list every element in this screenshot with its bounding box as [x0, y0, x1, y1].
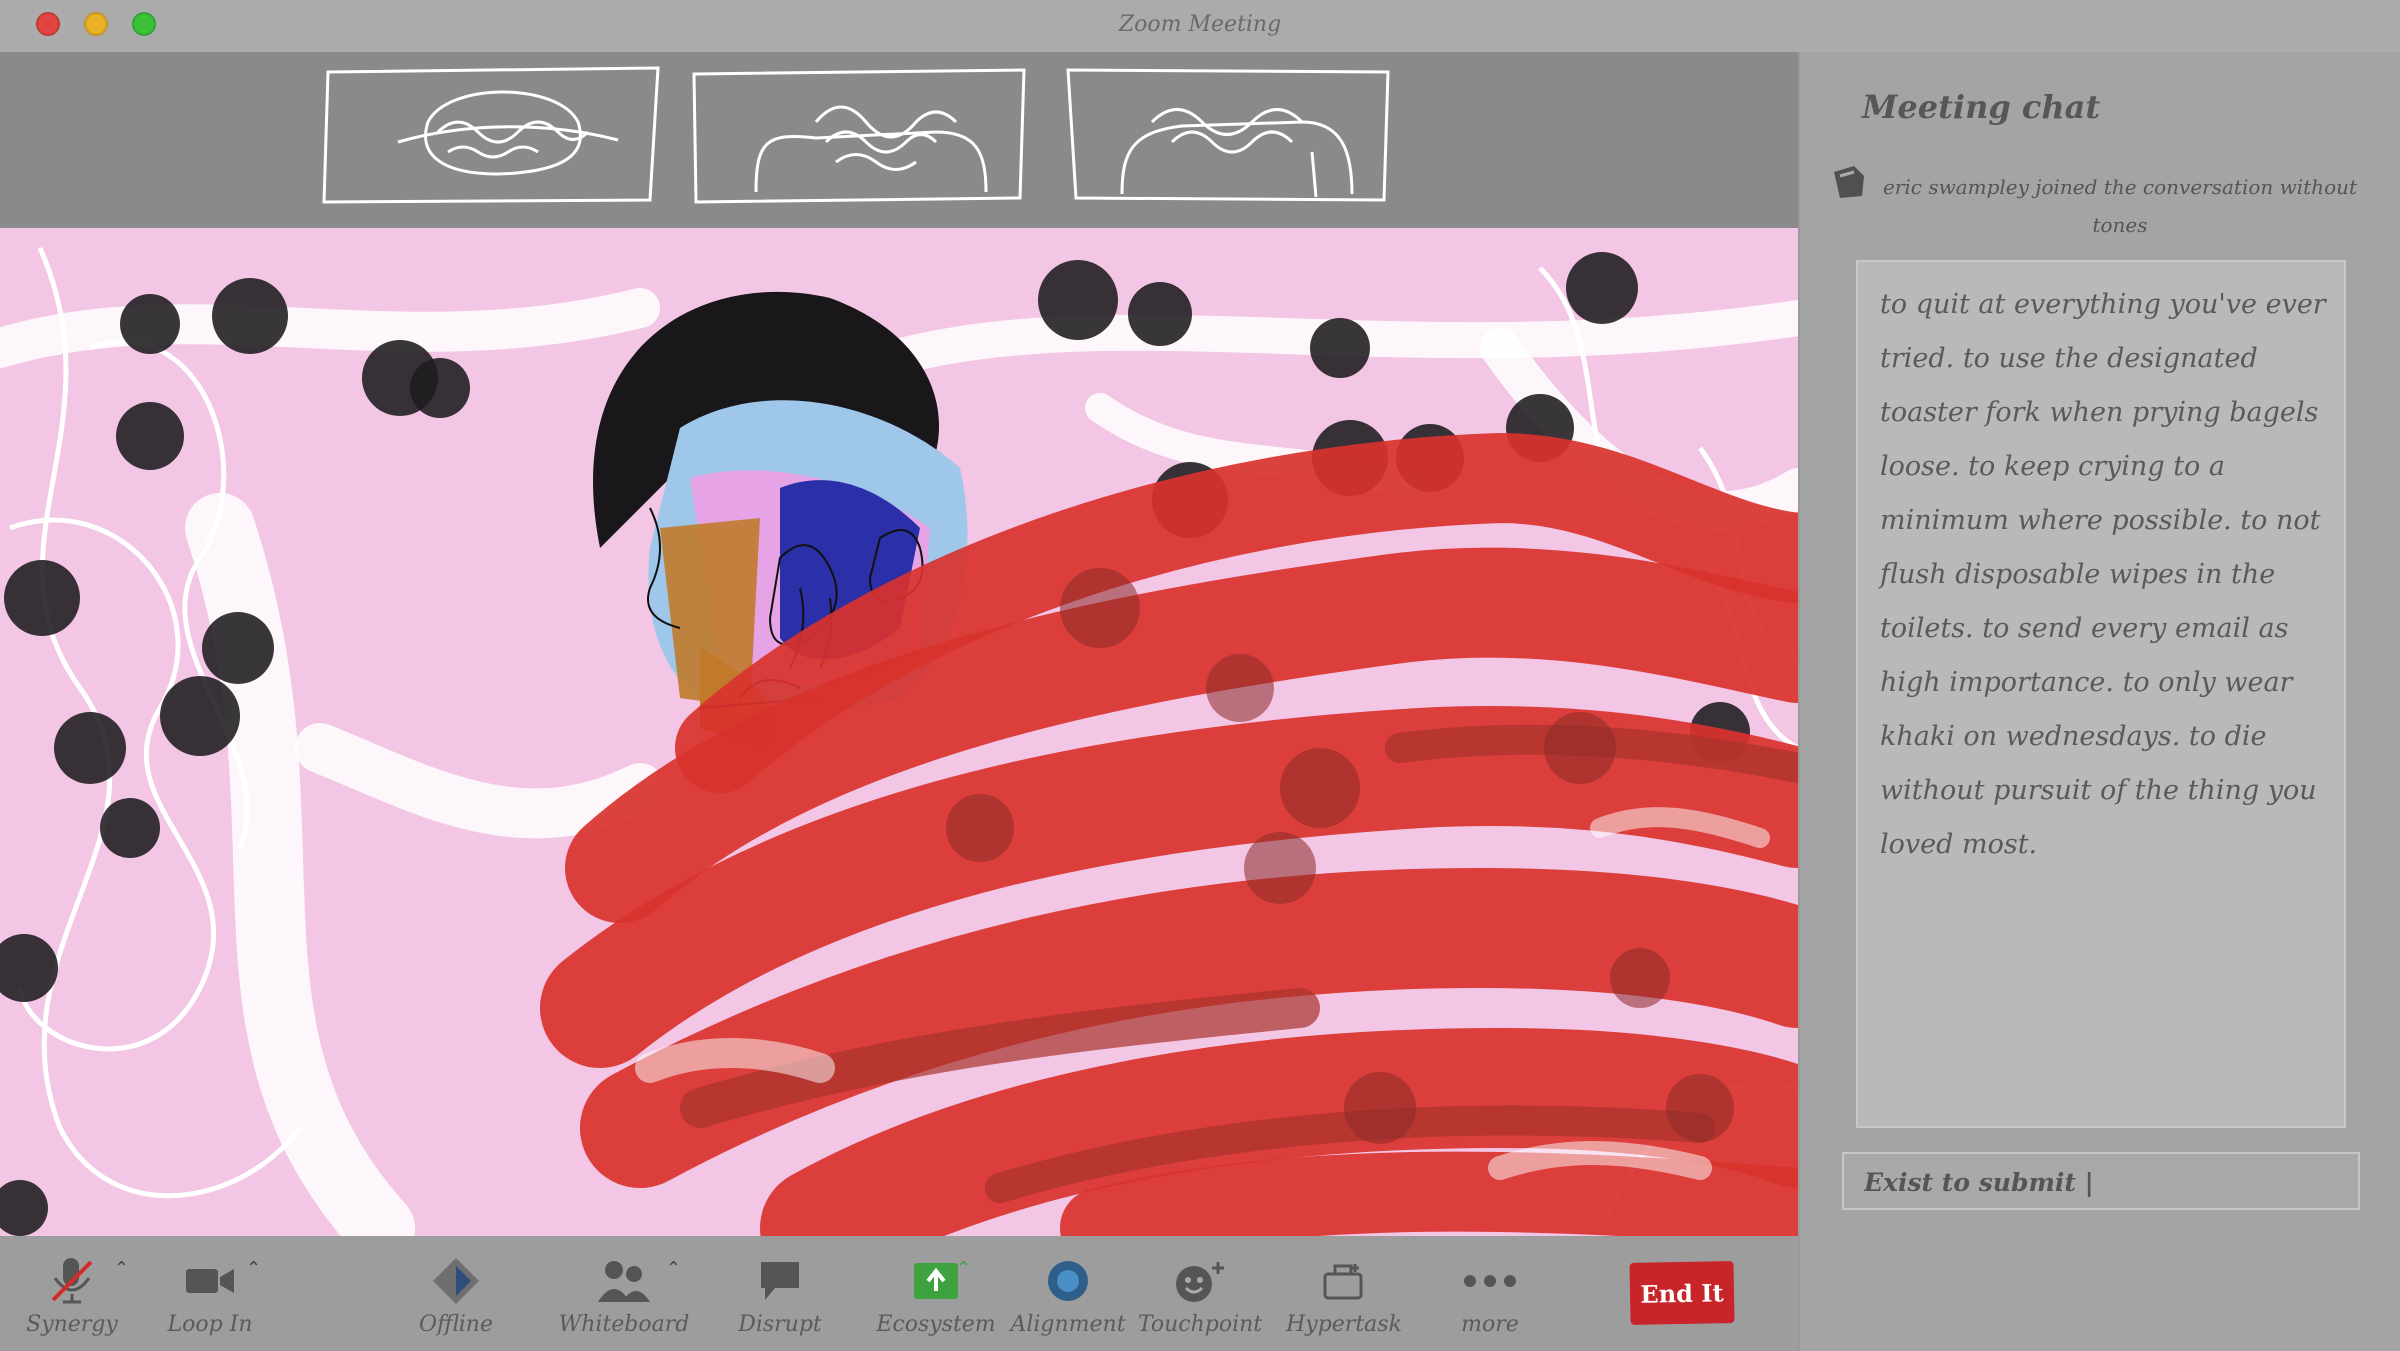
chat-panel: Meeting chat eric swampley joined the co…: [1798, 52, 2400, 1351]
title-bar: Zoom Meeting: [0, 0, 2400, 52]
speech-bubble-icon: [710, 1254, 850, 1308]
participant-thumbnails: [0, 52, 1798, 228]
meeting-area: Synergy ⌃ Loop In ⌃ Offline Whiteboard ⌃: [0, 52, 1798, 1351]
chevron-up-icon[interactable]: ⌃: [666, 1258, 681, 1279]
toolbar-button-hypertask[interactable]: Hypertask: [1274, 1254, 1414, 1337]
end-meeting-button[interactable]: End It: [1629, 1261, 1735, 1325]
window-title: Zoom Meeting: [1118, 12, 1282, 37]
chat-input[interactable]: [1864, 1162, 2344, 1202]
reaction-icon: [1130, 1254, 1270, 1308]
chevron-up-icon[interactable]: ⌃: [246, 1258, 261, 1279]
chat-message: to quit at everything you've ever tried.…: [1856, 260, 2346, 1128]
chat-message-text: to quit at everything you've ever tried.…: [1880, 289, 2326, 860]
more-dots-icon: [1420, 1254, 1560, 1308]
chat-title: Meeting chat: [1862, 88, 2101, 126]
system-message: eric swampley joined the conversation wi…: [1882, 175, 2358, 237]
toolbar-button-offline[interactable]: Offline: [386, 1254, 526, 1337]
chevron-up-icon[interactable]: ⌃: [956, 1258, 971, 1279]
participant-thumbnail[interactable]: [1062, 62, 1396, 207]
toolbar-button-alignment[interactable]: Alignment: [998, 1254, 1138, 1337]
share-screen-icon: [866, 1254, 1006, 1308]
meeting-toolbar: Synergy ⌃ Loop In ⌃ Offline Whiteboard ⌃: [0, 1236, 1798, 1351]
apps-icon: [1274, 1254, 1414, 1308]
toolbar-button-more[interactable]: more: [1420, 1254, 1560, 1337]
user-joined-icon: [1828, 162, 1868, 202]
participant-thumbnail[interactable]: [686, 62, 1032, 207]
toolbar-button-disrupt[interactable]: Disrupt: [710, 1254, 850, 1337]
chat-input-container: [1842, 1152, 2360, 1210]
toolbar-button-ecosystem[interactable]: Ecosystem: [866, 1254, 1006, 1337]
record-icon: [998, 1254, 1138, 1308]
toolbar-button-touchpoint[interactable]: Touchpoint: [1130, 1254, 1270, 1337]
diamond-icon: [386, 1254, 526, 1308]
chevron-up-icon[interactable]: ⌃: [114, 1258, 129, 1279]
participant-thumbnail[interactable]: [318, 62, 668, 207]
main-video: [0, 228, 1798, 1236]
